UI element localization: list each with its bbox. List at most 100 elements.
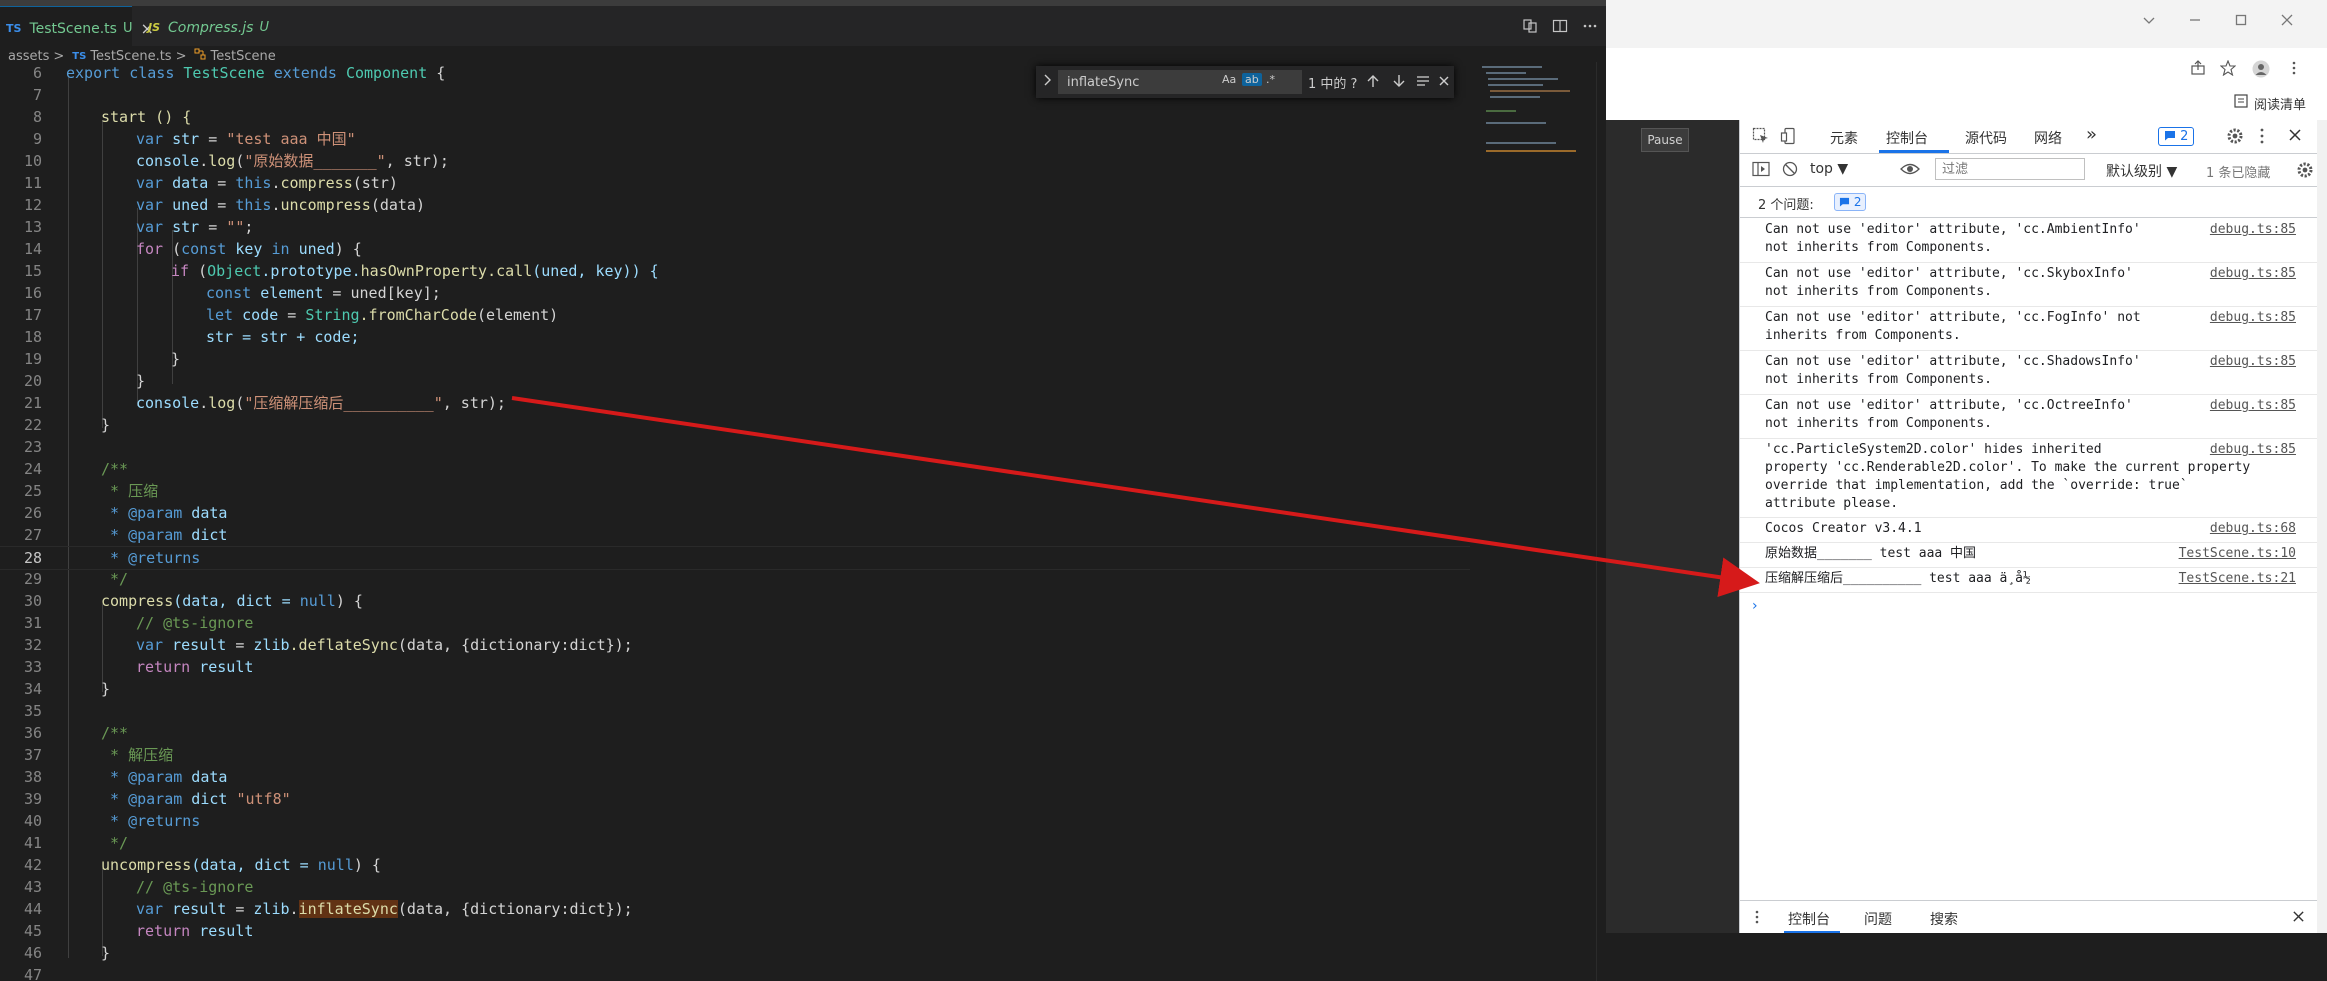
tab-network[interactable]: 网络 bbox=[2034, 128, 2062, 148]
pause-button[interactable]: Pause bbox=[1641, 128, 1689, 152]
tab-label: Compress.js bbox=[168, 19, 254, 36]
devtools-tab-bar: 元素 控制台 源代码 网络 » 2 bbox=[1740, 120, 2327, 154]
code-line: 39 * @param dict "utf8" bbox=[23, 790, 291, 808]
code-line: 25 * 压缩 bbox=[23, 482, 159, 500]
tab-elements[interactable]: 元素 bbox=[1830, 128, 1858, 148]
code-line: 23 bbox=[23, 438, 42, 456]
code-line: 41 */ bbox=[23, 834, 129, 852]
drawer-tab-issues[interactable]: 问题 bbox=[1864, 909, 1892, 929]
console-prompt[interactable]: › bbox=[1752, 598, 1758, 614]
inspect-element-icon[interactable] bbox=[1752, 127, 1770, 149]
console-message: Can not use 'editor' attribute, 'cc.Skyb… bbox=[1740, 262, 2327, 307]
find-in-selection-icon[interactable] bbox=[1416, 73, 1430, 93]
code-line: 36/** bbox=[23, 724, 129, 742]
filter-input[interactable] bbox=[1935, 158, 2085, 180]
code-line: 44 var result = zlib.inflateSync(data, {d… bbox=[23, 900, 633, 918]
editor-actions bbox=[1522, 6, 1598, 49]
bookmark-star-icon[interactable] bbox=[2219, 59, 2237, 80]
code-line: 27 * @param dict bbox=[23, 526, 228, 544]
typescript-file-icon: TS bbox=[6, 22, 22, 35]
close-devtools-icon[interactable] bbox=[2288, 128, 2302, 146]
devtools-drawer: 控制台 问题 搜索 bbox=[1740, 900, 2327, 934]
code-line: 46} bbox=[23, 944, 111, 962]
reading-list-label[interactable]: 阅读清单 bbox=[2254, 94, 2306, 113]
source-link[interactable]: debug.ts:85 bbox=[2210, 397, 2296, 415]
reading-list-icon[interactable] bbox=[2234, 94, 2248, 112]
close-drawer-icon[interactable] bbox=[2292, 910, 2305, 927]
device-toolbar-icon[interactable] bbox=[1780, 127, 1798, 149]
code-line: 42 uncompress(data, dict = null) { bbox=[23, 856, 381, 874]
drawer-tab-console[interactable]: 控制台 bbox=[1788, 909, 1830, 929]
find-widget: Aa ab .* 1 中的 ? bbox=[1036, 66, 1454, 98]
maximize-icon[interactable] bbox=[2234, 12, 2248, 31]
source-link[interactable]: debug.ts:85 bbox=[2210, 309, 2296, 327]
code-line: 20} bbox=[23, 372, 146, 390]
match-whole-word-icon[interactable]: ab bbox=[1242, 73, 1262, 86]
console-settings-gear-icon[interactable] bbox=[2296, 161, 2314, 183]
arrow-down-icon[interactable] bbox=[1392, 73, 1406, 93]
source-link[interactable]: debug.ts:85 bbox=[2210, 353, 2296, 371]
code-line: 31// @ts-ignore bbox=[23, 614, 254, 632]
editor-scrollbar[interactable] bbox=[1596, 62, 1606, 981]
drawer-tab-search[interactable]: 搜索 bbox=[1930, 909, 1958, 929]
devtools-panel: 元素 控制台 源代码 网络 » 2 top ▼ 过滤 默认级别 ▼ 1 条已隐藏… bbox=[1739, 120, 2327, 934]
tab-sources[interactable]: 源代码 bbox=[1965, 128, 2007, 148]
source-link[interactable]: TestScene.ts:10 bbox=[2179, 545, 2296, 563]
more-tabs-icon[interactable]: » bbox=[2086, 124, 2097, 145]
code-line: 37 * 解压缩 bbox=[23, 746, 174, 764]
console-message: Can not use 'editor' attribute, 'cc.FogI… bbox=[1740, 306, 2327, 351]
match-case-icon[interactable]: Aa bbox=[1222, 73, 1236, 86]
close-icon[interactable] bbox=[1438, 73, 1450, 93]
current-code-line: 28 * @returns bbox=[0, 546, 1470, 570]
compare-changes-icon[interactable] bbox=[1522, 18, 1538, 38]
source-link[interactable]: debug.ts:85 bbox=[2210, 265, 2296, 283]
code-line: 17 let code = String.fromCharCode(element… bbox=[23, 306, 559, 324]
issues-badge[interactable]: 2 bbox=[1834, 193, 1867, 211]
gear-icon[interactable] bbox=[2226, 127, 2244, 149]
console-message: Can not use 'editor' attribute, 'cc.Octr… bbox=[1740, 394, 2327, 439]
source-link[interactable]: TestScene.ts:21 bbox=[2179, 570, 2296, 588]
log-levels-dropdown[interactable]: 默认级别 ▼ bbox=[2106, 161, 2177, 181]
game-preview-area[interactable]: Pause bbox=[1606, 120, 1739, 981]
code-line: 18 str = str + code; bbox=[23, 328, 360, 346]
code-line: 32 var result = zlib.deflateSync(data, {d… bbox=[23, 636, 633, 654]
console-message: Can not use 'editor' attribute, 'cc.Ambi… bbox=[1740, 218, 2327, 263]
minimap[interactable] bbox=[1480, 62, 1590, 162]
issues-bar[interactable]: 2 个问题: 2 bbox=[1740, 187, 2327, 218]
console-message: Cocos Creator v3.4.1 debug.ts:68 bbox=[1740, 517, 2327, 543]
code-line: 24/** bbox=[23, 460, 129, 478]
split-editor-icon[interactable] bbox=[1552, 18, 1568, 38]
arrow-up-icon[interactable] bbox=[1366, 73, 1380, 93]
tab-console[interactable]: 控制台 bbox=[1886, 128, 1928, 148]
chevron-right-icon[interactable] bbox=[1042, 72, 1054, 92]
source-link[interactable]: debug.ts:85 bbox=[2210, 221, 2296, 239]
regex-icon[interactable]: .* bbox=[1266, 73, 1275, 86]
address-bar[interactable] bbox=[1606, 52, 2327, 89]
clear-console-icon[interactable] bbox=[1782, 161, 1798, 181]
eye-icon[interactable] bbox=[1900, 162, 1920, 180]
more-vertical-icon[interactable] bbox=[1754, 909, 1760, 929]
more-vertical-icon[interactable] bbox=[2290, 60, 2298, 80]
hidden-count: 1 条已隐藏 bbox=[2206, 166, 2271, 181]
tab-testscene-ts[interactable]: TS TestScene.ts U × bbox=[0, 6, 154, 50]
minimize-icon[interactable] bbox=[2188, 12, 2202, 31]
code-line: 9 var str = "test aaa 中国" bbox=[32, 130, 356, 148]
profile-avatar-icon[interactable] bbox=[2252, 60, 2270, 82]
chevron-down-icon[interactable] bbox=[2142, 12, 2156, 31]
code-line: 40 * @returns bbox=[23, 812, 201, 830]
issues-counter-button[interactable]: 2 bbox=[2158, 127, 2195, 146]
sidebar-toggle-icon[interactable] bbox=[1752, 161, 1770, 181]
more-actions-icon[interactable] bbox=[1582, 18, 1598, 38]
code-line: 14 for (const key in uned) { bbox=[23, 240, 362, 258]
close-window-icon[interactable] bbox=[2280, 12, 2294, 31]
source-link[interactable]: debug.ts:68 bbox=[2210, 520, 2296, 538]
tab-compress-js[interactable]: JS Compress.js U bbox=[134, 6, 269, 49]
tab-label: TestScene.ts bbox=[29, 20, 117, 37]
issues-label: 2 个问题: bbox=[1758, 198, 1814, 213]
source-link[interactable]: debug.ts:85 bbox=[2210, 441, 2296, 459]
code-line: 8 start () { bbox=[32, 108, 192, 126]
share-icon[interactable] bbox=[2190, 60, 2206, 80]
more-vertical-icon[interactable] bbox=[2258, 127, 2266, 149]
page-scrollbar[interactable] bbox=[2317, 120, 2327, 933]
context-selector[interactable]: top ▼ bbox=[1810, 161, 1848, 177]
